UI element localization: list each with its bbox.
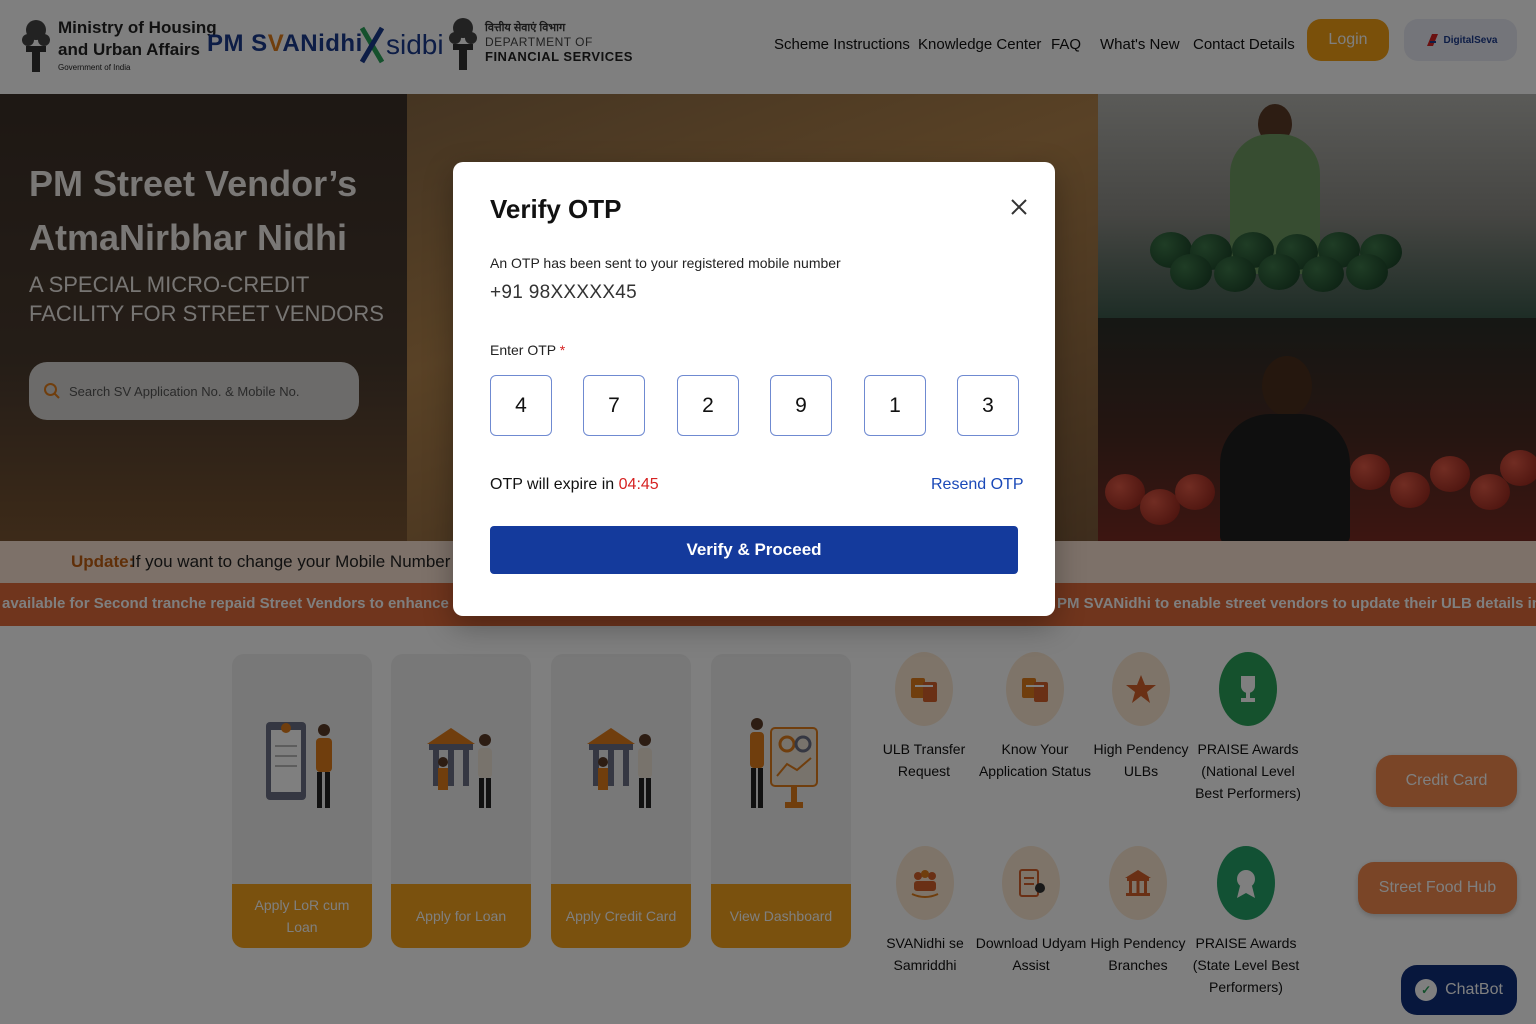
otp-sent-message: An OTP has been sent to your registered … (490, 255, 841, 271)
otp-expiry-text: OTP will expire in 04:45 (490, 476, 659, 493)
otp-digit-input-3[interactable]: 2 (677, 375, 739, 436)
otp-digit-input-6[interactable]: 3 (957, 375, 1019, 436)
verify-otp-dialog: Verify OTP An OTP has been sent to your … (453, 162, 1055, 616)
dialog-title: Verify OTP (490, 194, 622, 224)
otp-digit-input-5[interactable]: 1 (864, 375, 926, 436)
masked-phone-number: +91 98XXXXX45 (490, 282, 638, 303)
otp-digit-input-2[interactable]: 7 (583, 375, 645, 436)
otp-digit-input-4[interactable]: 9 (770, 375, 832, 436)
otp-digit-input-1[interactable]: 4 (490, 375, 552, 436)
otp-countdown: 04:45 (618, 476, 659, 493)
otp-field-label: Enter OTP * (490, 342, 566, 358)
verify-proceed-button[interactable]: Verify & Proceed (490, 526, 1018, 574)
close-icon[interactable] (1008, 196, 1030, 218)
resend-otp-link[interactable]: Resend OTP (931, 476, 1023, 494)
required-mark: * (559, 342, 566, 358)
